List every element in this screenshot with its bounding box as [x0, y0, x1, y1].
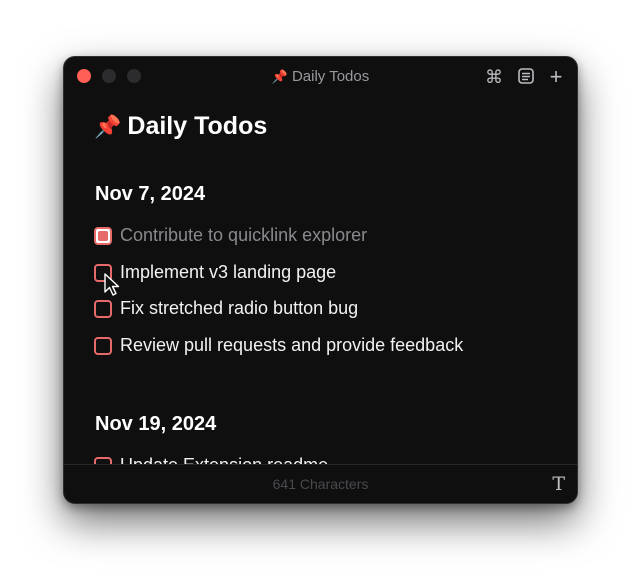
document-heading: 📌 Daily Todos — [94, 112, 267, 141]
character-count: 641 Characters — [272, 476, 369, 492]
editor-content[interactable]: 📌 Daily Todos Nov 7, 2024 Contribute to q… — [64, 97, 577, 464]
titlebar: 📌 Daily Todos ⌘ + — [64, 57, 577, 97]
section-date: Nov 7, 2024 — [95, 183, 206, 205]
todo-text[interactable]: Review pull requests and provide feedbac… — [120, 335, 463, 356]
todo-text[interactable]: Update Extension readme — [120, 455, 328, 464]
window-title-label: Daily Todos — [291, 68, 370, 85]
todo-text[interactable]: Implement v3 landing page — [120, 262, 336, 283]
add-note-button[interactable]: + — [546, 66, 566, 88]
status-bar: 641 Characters T — [64, 464, 577, 503]
todo-text[interactable]: Contribute to quicklink explorer — [120, 225, 367, 246]
todo-checkbox[interactable] — [94, 457, 112, 464]
notes-list-icon[interactable] — [516, 67, 536, 87]
document-heading-text: Daily Todos — [127, 112, 268, 140]
todo-text[interactable]: Fix stretched radio button bug — [120, 298, 358, 319]
command-icon[interactable]: ⌘ — [484, 67, 504, 87]
todo-checkbox[interactable] — [94, 300, 112, 318]
app-window: 📌 Daily Todos ⌘ + 📌 Daily Todos Nov 7, 202… — [63, 56, 578, 504]
mouse-pointer-icon — [104, 273, 120, 296]
todo-checkbox-checked[interactable] — [94, 227, 112, 245]
pushpin-icon: 📌 — [94, 114, 122, 139]
pushpin-icon: 📌 — [271, 69, 288, 84]
section-date: Nov 19, 2024 — [95, 413, 217, 435]
text-format-icon[interactable]: T — [552, 473, 565, 495]
todo-checkbox[interactable] — [94, 337, 112, 355]
